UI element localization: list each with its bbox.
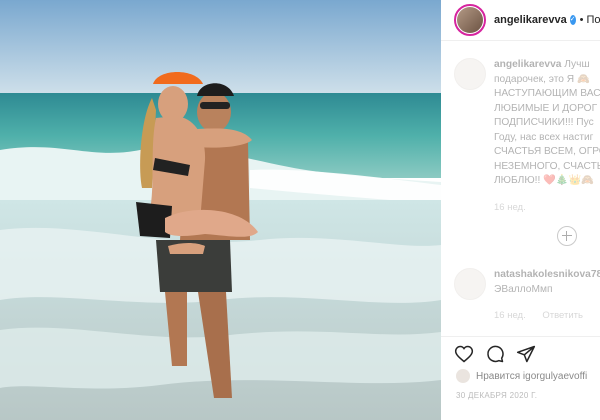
share-icon[interactable] [516,344,536,364]
likes-text: Нравится igorgulyaevoffi [476,370,588,382]
caption-line: ПОДПИСЧИКИ!!! Пус [494,117,594,128]
author-avatar[interactable] [454,4,486,36]
plus-circle-icon[interactable] [557,226,577,246]
action-bar [441,336,600,366]
caption-time: 16 нед. [494,201,526,213]
caption-line: ЛЮБИМЫЕ И ДОРОГ [494,102,598,114]
heart-icon[interactable] [454,344,474,364]
caption-avatar[interactable] [454,58,486,90]
caption-username[interactable]: angelikarevva [494,59,561,70]
caption-line: angelikarevva Лучш [494,59,590,70]
post-side-panel: angelikarevva ✓ • Под angelikarevva Лучш… [441,0,600,420]
post-date: 30 ДЕКАБРЯ 2020 Г. [456,391,538,400]
comment-time: 16 нед. [494,310,526,321]
caption-line: ЛЮБЛЮ!! ❤️🎄👑🙈 [494,175,594,186]
liker-avatar [456,369,470,383]
caption-line: подарочек, это Я 🙈 [494,73,590,85]
author-username[interactable]: angelikarevva [494,14,567,26]
comment-row: natashakolesnikova78 ЭВаллоМмп 16 нед. О… [454,268,600,321]
beach-photo [0,0,441,420]
caption-line: СЧАСТЬЯ ВСЕМ, ОГРО [494,146,600,157]
separator-dot: • [579,14,584,26]
caption-line: НЕЗЕМНОГО, СЧАСТЬ [494,160,600,172]
comment-text: ЭВаллоМмп [494,283,553,295]
comment-username[interactable]: natashakolesnikova78 [494,268,600,283]
follow-button[interactable]: Под [587,14,600,26]
reply-button[interactable]: Ответить [542,310,583,321]
caption-line: НАСТУПАЮЩИМ ВАС [494,88,600,99]
caption: angelikarevva Лучш подарочек, это Я 🙈 НА… [454,58,600,213]
comment-avatar[interactable] [454,268,486,300]
post-header: angelikarevva ✓ • Под [441,0,600,41]
likes-summary[interactable]: Нравится igorgulyaevoffi [456,369,587,383]
verified-check-icon: ✓ [569,15,576,25]
comment-meta: 16 нед. Ответить [494,310,600,321]
post-photo[interactable] [0,0,441,420]
comment-icon[interactable] [485,344,505,364]
caption-line: Году, нас всех настиг [494,131,594,143]
